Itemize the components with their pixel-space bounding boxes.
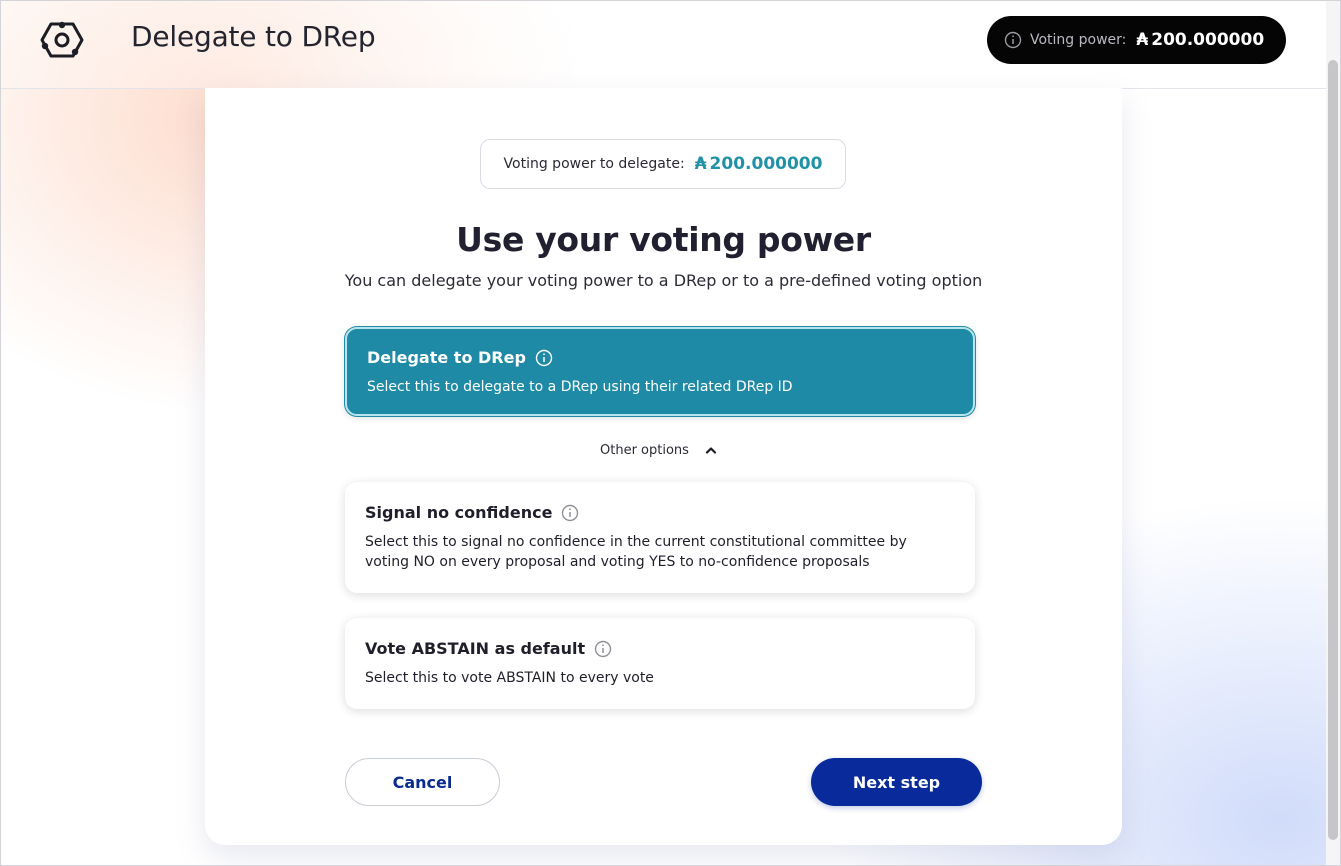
- option-signal-no-confidence[interactable]: Signal no confidence Select this to sign…: [345, 482, 975, 593]
- option-description: Select this to delegate to a DRep using …: [367, 379, 793, 395]
- option-title-text: Vote ABSTAIN as default: [365, 639, 586, 658]
- ada-symbol: ₳: [1136, 30, 1149, 50]
- option-delegate-to-drep[interactable]: Delegate to DRep Select this to delegate…: [345, 327, 975, 416]
- option-title: Vote ABSTAIN as default: [365, 639, 955, 658]
- option-title: Delegate to DRep: [367, 348, 953, 367]
- option-description: Select this to signal no confidence in t…: [365, 534, 907, 570]
- voting-power-label: Voting power:: [1030, 32, 1127, 48]
- voting-power-amount: 200.000000: [1151, 30, 1265, 50]
- voting-power-pill[interactable]: Voting power: ₳ 200.000000: [987, 16, 1286, 64]
- ada-symbol: ₳: [694, 154, 707, 174]
- other-options-toggle[interactable]: Other options: [600, 440, 730, 460]
- info-icon[interactable]: [561, 504, 579, 522]
- delegation-card: [205, 88, 1122, 845]
- delegate-power-label: Voting power to delegate:: [503, 156, 685, 172]
- govtool-logo-icon[interactable]: [40, 20, 84, 60]
- info-icon[interactable]: [1004, 31, 1022, 49]
- voting-power-to-delegate: Voting power to delegate: ₳ 200.000000: [480, 139, 846, 189]
- section-heading: Use your voting power: [456, 220, 871, 259]
- cancel-button[interactable]: Cancel: [345, 758, 500, 806]
- option-vote-abstain[interactable]: Vote ABSTAIN as default Select this to v…: [345, 618, 975, 709]
- top-header: Delegate to DRep Voting power: ₳ 200.000…: [0, 0, 1326, 89]
- info-icon[interactable]: [535, 349, 553, 367]
- chevron-up-icon: [705, 446, 717, 454]
- delegate-power-value: ₳ 200.000000: [695, 154, 823, 174]
- next-step-button[interactable]: Next step: [811, 758, 982, 806]
- section-subheading: You can delegate your voting power to a …: [344, 271, 983, 290]
- page-title: Delegate to DRep: [131, 20, 376, 53]
- option-title-text: Signal no confidence: [365, 503, 553, 522]
- option-title: Signal no confidence: [365, 503, 955, 522]
- voting-power-value: ₳ 200.000000: [1136, 30, 1264, 50]
- other-options-label: Other options: [600, 442, 689, 458]
- option-title-text: Delegate to DRep: [367, 348, 526, 367]
- info-icon[interactable]: [594, 640, 612, 658]
- option-description: Select this to vote ABSTAIN to every vot…: [365, 670, 654, 686]
- delegate-power-amount: 200.000000: [709, 154, 823, 174]
- scrollbar-thumb[interactable]: [1328, 60, 1338, 840]
